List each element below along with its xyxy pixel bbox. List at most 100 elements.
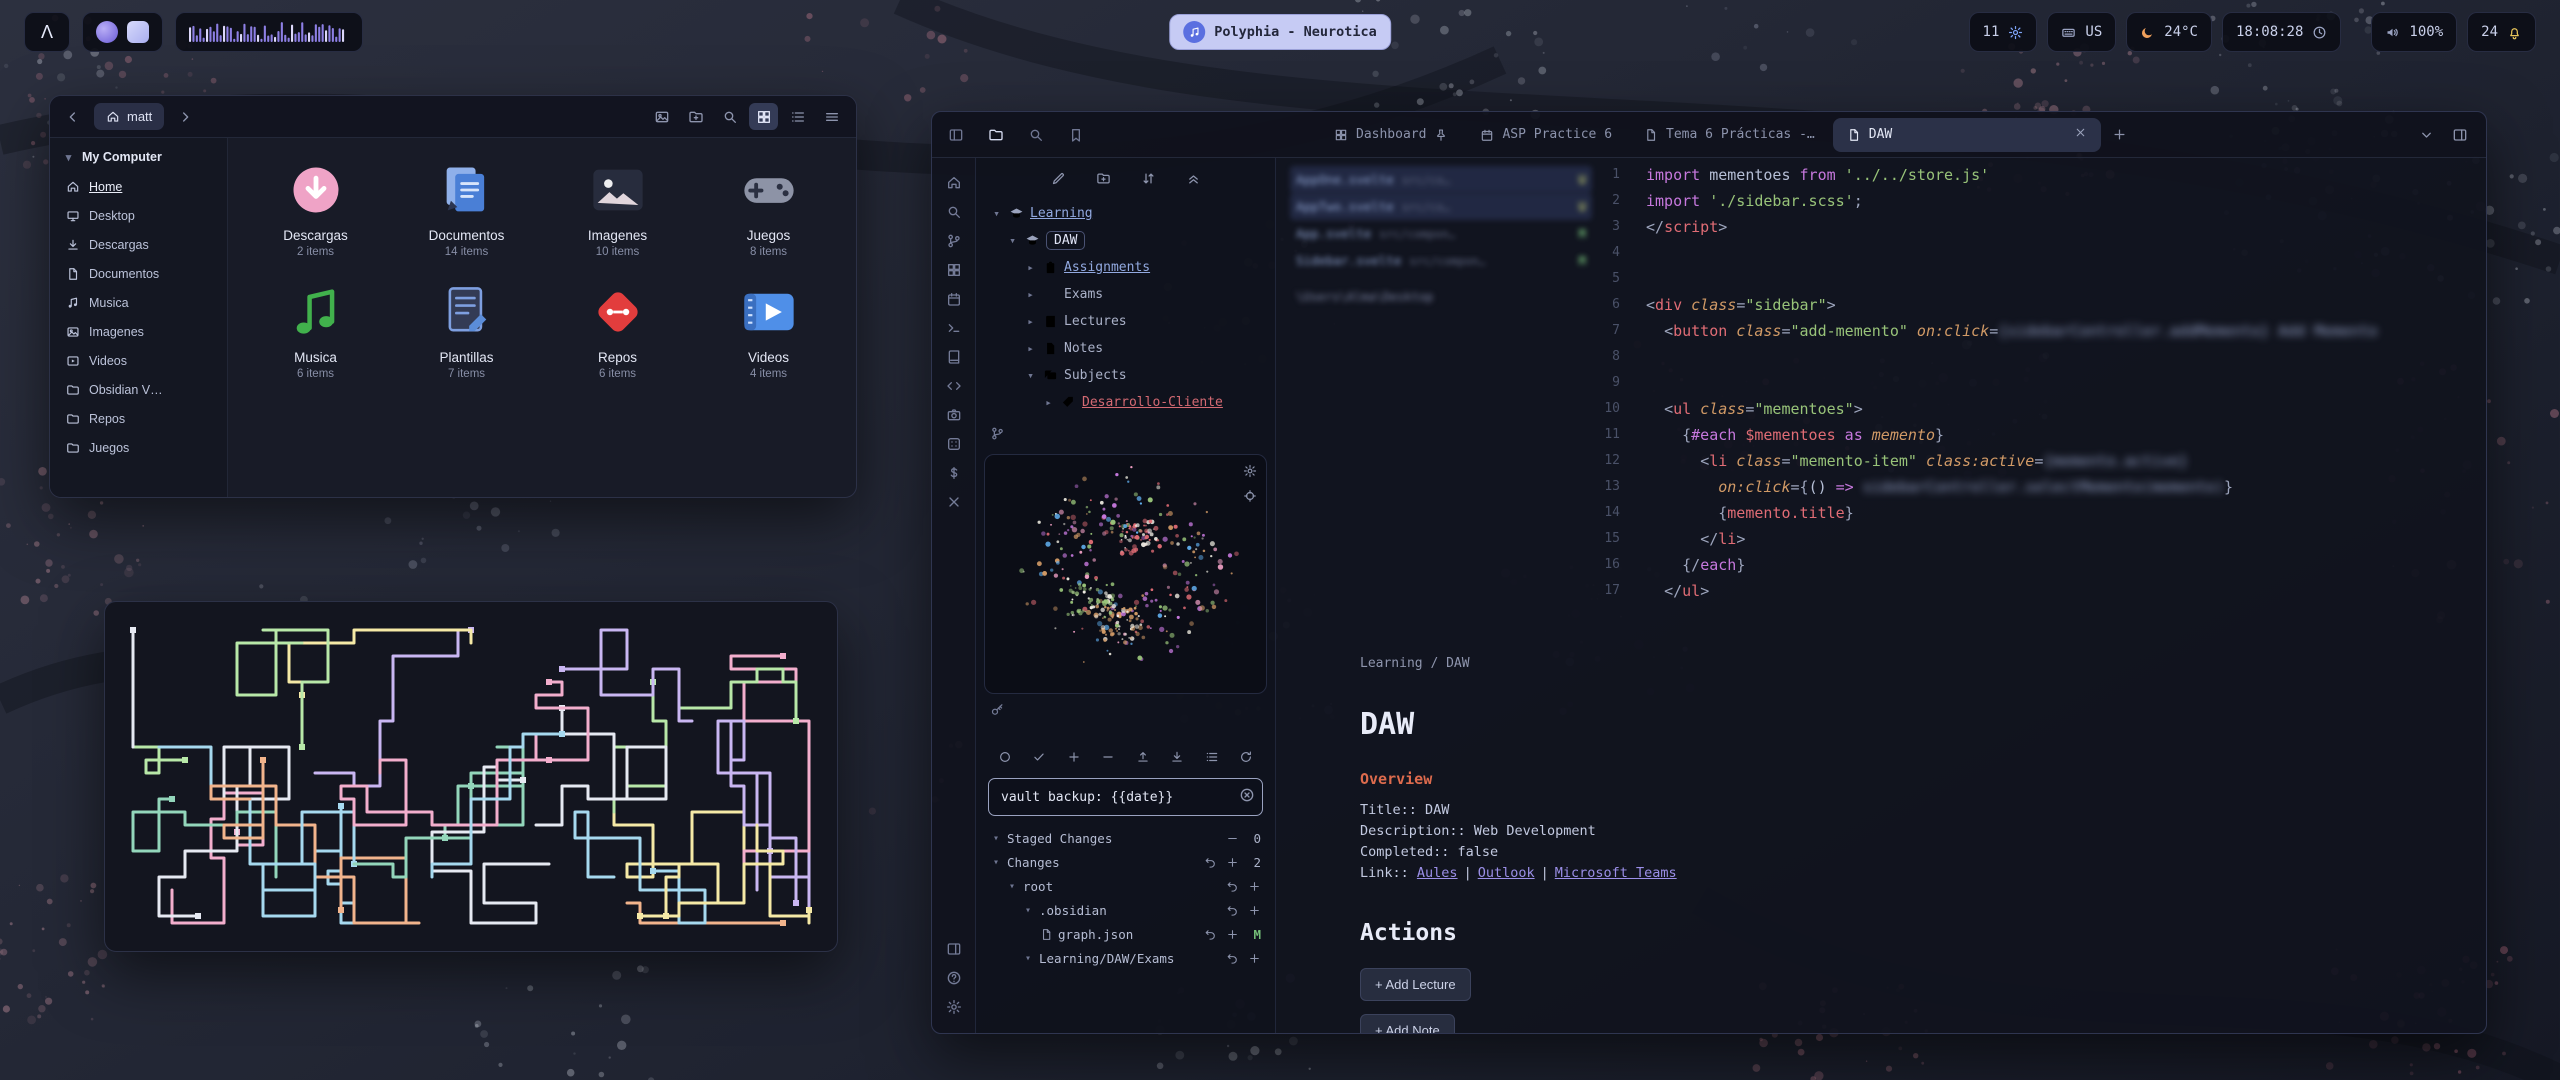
ribbon-random-note-icon[interactable]	[939, 429, 969, 458]
module-weather[interactable]: 24°C	[2126, 12, 2212, 52]
tree-item[interactable]: Subjects	[976, 362, 1275, 389]
right-sidebar-toggle-icon[interactable]	[2452, 127, 2468, 143]
note-breadcrumb[interactable]: Learning / DAW	[1360, 656, 2180, 671]
help-icon[interactable]	[939, 963, 969, 992]
tree-item[interactable]: Lectures	[976, 308, 1275, 335]
launcher-button[interactable]: Λ	[24, 12, 70, 52]
code-editor[interactable]: 1import mementoes from '../../store.js'2…	[1578, 162, 2478, 604]
sidebar-toggle-icon[interactable]	[948, 127, 964, 143]
back-button[interactable]	[60, 104, 86, 130]
clear-input-icon[interactable]	[1239, 787, 1255, 807]
now-playing[interactable]: Polyphia - Neurotica	[1169, 14, 1391, 50]
sort-icon[interactable]	[1141, 171, 1156, 186]
add-note-button[interactable]: + Add Note	[1360, 1014, 1455, 1033]
menu-icon[interactable]	[817, 103, 846, 130]
ribbon-currency-icon[interactable]	[939, 458, 969, 487]
stage-icon[interactable]	[1248, 952, 1261, 965]
tree-item[interactable]: Learning	[976, 200, 1275, 227]
sidebar-header[interactable]: My Computer	[50, 148, 227, 172]
git-row-staged[interactable]: Staged Changes 0	[976, 826, 1275, 850]
sidebar-item[interactable]: Videos	[50, 346, 227, 375]
add-lecture-button[interactable]: + Add Lecture	[1360, 968, 1471, 1001]
module-updates[interactable]: 11	[1969, 12, 2038, 52]
ribbon-graph-icon[interactable]	[939, 226, 969, 255]
discard-icon[interactable]	[1204, 856, 1217, 869]
module-notifications[interactable]: 24	[2467, 12, 2536, 52]
settings-gear-icon[interactable]	[939, 992, 969, 1021]
app-shortcuts[interactable]	[82, 12, 163, 52]
collapse-all-icon[interactable]	[1186, 171, 1201, 186]
sidebar-item[interactable]: Obsidian V…	[50, 375, 227, 404]
new-tab-button[interactable]	[2105, 120, 2135, 150]
tree-item[interactable]: Desarrollo-Cliente	[976, 389, 1275, 416]
stage-icon[interactable]	[1248, 880, 1261, 893]
sidebar-item[interactable]: Juegos	[50, 433, 227, 462]
git-row-changes[interactable]: Changes 2	[976, 850, 1275, 874]
graph-focus-icon[interactable]	[1243, 489, 1257, 503]
folder-item[interactable]: Musica 6 items	[240, 276, 391, 386]
git-row-obsidian[interactable]: .obsidian	[976, 898, 1275, 922]
new-folder-icon[interactable]	[1096, 171, 1111, 186]
stage-all-icon[interactable]	[1067, 750, 1081, 764]
git-row-graph-json[interactable]: graph.json M	[976, 922, 1275, 946]
module-volume[interactable]: 100%	[2371, 12, 2457, 52]
ribbon-search-icon[interactable]	[939, 197, 969, 226]
folder-item[interactable]: Imagenes 10 items	[542, 154, 693, 264]
tab-bookmarks-icon[interactable]	[1068, 127, 1084, 143]
refresh-icon[interactable]	[1239, 750, 1253, 764]
forward-button[interactable]	[172, 104, 198, 130]
tab-tema6[interactable]: Tema 6 Prácticas -…	[1630, 118, 1829, 152]
tab-files-icon[interactable]	[988, 127, 1004, 143]
stage-icon[interactable]	[1226, 928, 1239, 941]
folder-item[interactable]: Repos 6 items	[542, 276, 693, 386]
search-icon[interactable]	[715, 103, 744, 130]
tree-item[interactable]: Exams	[976, 281, 1275, 308]
ribbon-camera-icon[interactable]	[939, 400, 969, 429]
sidebar-item[interactable]: Descargas	[50, 230, 227, 259]
tree-item[interactable]: Assignments	[976, 254, 1275, 281]
tree-item[interactable]: DAW	[976, 227, 1275, 254]
folder-item[interactable]: Videos 4 items	[693, 276, 844, 386]
folder-item[interactable]: Plantillas 7 items	[391, 276, 542, 386]
ribbon-layout-icon[interactable]	[939, 934, 969, 963]
ribbon-home-icon[interactable]	[939, 168, 969, 197]
new-note-icon[interactable]	[1051, 171, 1066, 186]
discard-icon[interactable]	[1226, 952, 1239, 965]
link-aules[interactable]: Aules	[1417, 865, 1458, 881]
commit-check-icon[interactable]	[1032, 750, 1046, 764]
graph-view[interactable]	[985, 455, 1269, 687]
tab-dashboard[interactable]: Dashboard	[1320, 118, 1462, 152]
graph-settings-gear-icon[interactable]	[1243, 464, 1257, 478]
change-list-icon[interactable]	[1205, 750, 1219, 764]
module-clock[interactable]: 18:08:28	[2222, 12, 2341, 52]
unstage-icon[interactable]	[1226, 832, 1239, 845]
folder-item[interactable]: Juegos 8 items	[693, 154, 844, 264]
commit-circle-icon[interactable]	[998, 750, 1012, 764]
git-row-exams[interactable]: Learning/DAW/Exams	[976, 946, 1275, 970]
pull-icon[interactable]	[1170, 750, 1184, 764]
ribbon-terminal-icon[interactable]	[939, 313, 969, 342]
grid-view-icon[interactable]	[749, 103, 778, 130]
key-icon[interactable]	[990, 702, 1005, 717]
folder-item[interactable]: Documentos 14 items	[391, 154, 542, 264]
ribbon-canvas-icon[interactable]	[939, 255, 969, 284]
tab-search-icon[interactable]	[1028, 127, 1044, 143]
ribbon-code-icon[interactable]	[939, 371, 969, 400]
sidebar-item[interactable]: Repos	[50, 404, 227, 433]
sidebar-item[interactable]: Home	[50, 172, 227, 201]
ribbon-book-icon[interactable]	[939, 342, 969, 371]
sidebar-item[interactable]: Musica	[50, 288, 227, 317]
list-view-icon[interactable]	[783, 103, 812, 130]
link-outlook[interactable]: Outlook	[1478, 865, 1535, 881]
tab-daw[interactable]: DAW	[1833, 118, 2101, 152]
discard-icon[interactable]	[1226, 880, 1239, 893]
push-icon[interactable]	[1136, 750, 1150, 764]
close-icon[interactable]	[2074, 126, 2087, 143]
unstage-all-icon[interactable]	[1101, 750, 1115, 764]
stage-icon[interactable]	[1248, 904, 1261, 917]
module-keyboard-layout[interactable]: US	[2047, 12, 2116, 52]
tab-asp-practice[interactable]: ASP Practice 6	[1466, 118, 1626, 152]
git-branch-icon[interactable]	[990, 426, 1005, 441]
stage-icon[interactable]	[1226, 856, 1239, 869]
app-icon[interactable]	[96, 21, 118, 43]
